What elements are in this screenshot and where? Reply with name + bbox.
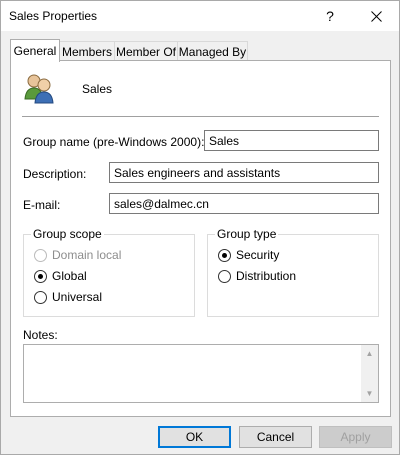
- notes-field[interactable]: ▲ ▼: [23, 344, 379, 403]
- description-label: Description:: [23, 167, 87, 181]
- pre-windows-name-label: Group name (pre-Windows 2000):: [23, 135, 205, 149]
- scope-universal-radio[interactable]: Universal: [34, 290, 102, 304]
- tab-members[interactable]: Members: [59, 41, 115, 61]
- tab-label: Managed By: [178, 45, 247, 59]
- radio-label: Global: [52, 269, 87, 283]
- email-field[interactable]: sales@dalmec.cn: [109, 193, 379, 214]
- radio-label: Distribution: [236, 269, 297, 283]
- radio-button[interactable]: [34, 269, 47, 283]
- help-icon: ?: [326, 8, 334, 24]
- ok-button[interactable]: OK: [158, 426, 231, 448]
- type-distribution-radio[interactable]: Distribution: [218, 269, 296, 283]
- scroll-up-icon[interactable]: ▲: [361, 345, 378, 362]
- properties-dialog: Sales Properties ? General Members Membe…: [0, 0, 400, 455]
- group-display-name: Sales: [82, 82, 113, 96]
- radio-button[interactable]: [34, 248, 47, 262]
- tab-label: Member Of: [115, 45, 176, 59]
- tab-member-of[interactable]: Member Of: [114, 41, 178, 61]
- radio-label: Domain local: [52, 248, 122, 262]
- scroll-down-icon[interactable]: ▼: [361, 385, 378, 402]
- group-type-title: Group type: [215, 227, 279, 241]
- notes-scrollbar[interactable]: ▲ ▼: [361, 345, 378, 402]
- radio-label: Security: [236, 248, 280, 262]
- tab-label: General: [13, 44, 57, 58]
- description-field[interactable]: Sales engineers and assistants: [109, 162, 379, 183]
- cancel-button[interactable]: Cancel: [239, 426, 312, 448]
- radio-button[interactable]: [218, 269, 231, 283]
- separator: [22, 116, 379, 117]
- title-bar: Sales Properties ?: [1, 1, 399, 31]
- apply-button[interactable]: Apply: [319, 426, 392, 448]
- window-title: Sales Properties: [9, 9, 98, 23]
- close-icon: [370, 10, 382, 22]
- scope-global-radio[interactable]: Global: [34, 269, 87, 283]
- notes-label: Notes:: [23, 328, 58, 342]
- scope-domain-local-radio[interactable]: Domain local: [34, 248, 121, 262]
- tab-managed-by[interactable]: Managed By: [177, 41, 248, 61]
- pre-windows-name-field[interactable]: Sales: [204, 130, 379, 151]
- email-label: E-mail:: [23, 198, 61, 212]
- type-security-radio[interactable]: Security: [218, 248, 279, 262]
- tab-strip: General Members Member Of Managed By: [1, 39, 399, 62]
- tab-label: Members: [61, 45, 112, 59]
- radio-button[interactable]: [34, 290, 47, 304]
- help-button[interactable]: ?: [313, 1, 347, 31]
- tab-general[interactable]: General: [10, 39, 60, 62]
- radio-button[interactable]: [218, 248, 231, 262]
- close-button[interactable]: [359, 1, 393, 31]
- radio-label: Universal: [52, 290, 103, 304]
- group-users-icon: [24, 74, 54, 104]
- group-scope-title: Group scope: [31, 227, 104, 241]
